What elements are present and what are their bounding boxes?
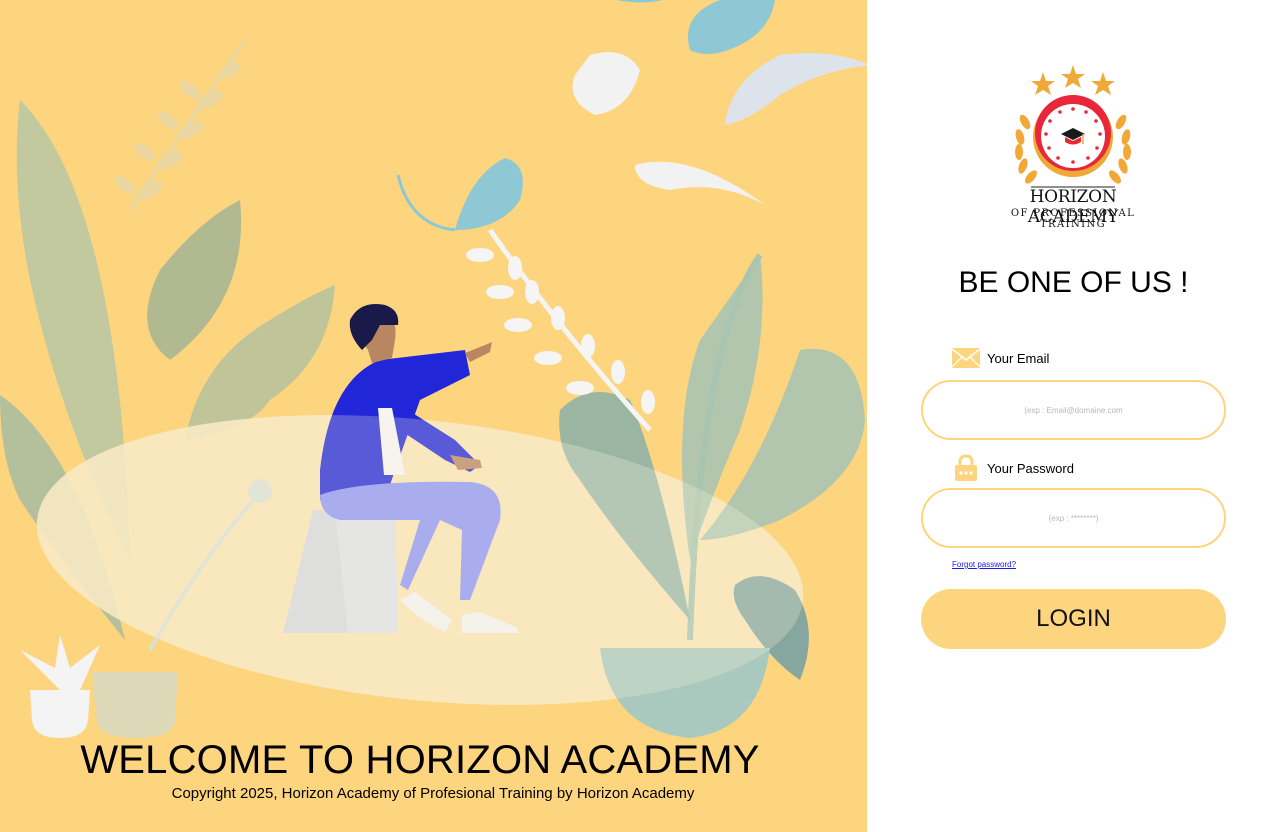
- envelope-icon: [952, 348, 980, 368]
- login-panel: HORIZON ACADEMY OF PROFESSIONAL TRAINING…: [867, 0, 1280, 832]
- signup-headline: BE ONE OF US !: [958, 266, 1189, 299]
- hero-panel: WELCOME TO HORIZON ACADEMY Copyright 202…: [0, 0, 867, 832]
- copyright-text: Copyright 2025, Horizon Academy of Profe…: [171, 785, 695, 802]
- password-label: Your Password: [987, 460, 1074, 476]
- welcome-title: WELCOME TO HORIZON ACADEMY: [80, 738, 760, 782]
- padlock-icon: [955, 454, 977, 481]
- password-label-row: Your Password: [952, 454, 1074, 482]
- login-button[interactable]: LOGIN: [921, 589, 1226, 649]
- hero-illustration: [0, 0, 867, 738]
- logo-subtitle: OF PROFESSIONAL TRAINING: [1010, 208, 1136, 230]
- forgot-password-link[interactable]: Forgot password?: [952, 560, 1016, 569]
- email-input[interactable]: [921, 380, 1226, 440]
- email-label: Your Email: [987, 350, 1050, 366]
- password-input[interactable]: [921, 488, 1226, 548]
- email-label-row: Your Email: [952, 348, 1049, 368]
